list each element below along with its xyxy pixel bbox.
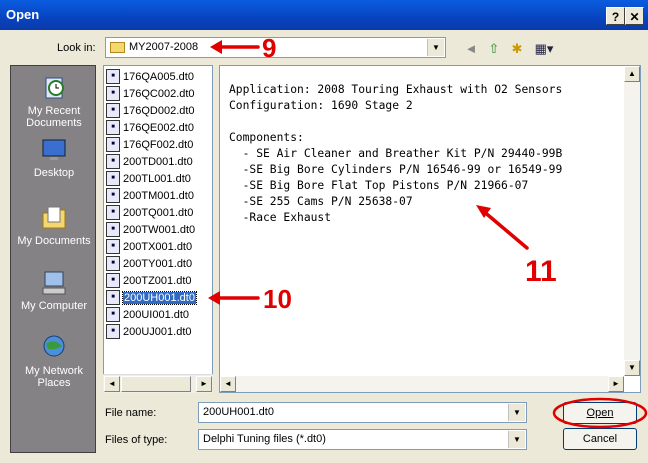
file-item[interactable]: ■ 176QD002.dt0 xyxy=(106,102,195,119)
chevron-down-icon[interactable]: ▼ xyxy=(508,404,525,421)
preview-vertical-scrollbar[interactable]: ▲ ▼ xyxy=(624,66,640,376)
file-icon: ■ xyxy=(106,187,120,203)
file-item-selected[interactable]: ■ 200UH001.dt0 xyxy=(106,289,197,306)
desktop-icon xyxy=(42,139,66,160)
preview-text: Application: 2008 Touring Exhaust with O… xyxy=(229,83,563,224)
help-button[interactable]: ? xyxy=(606,7,625,25)
file-list[interactable]: ■ 176QA005.dt0 ■ 176QC002.dt0 ■ 176QD002.dt… xyxy=(103,65,213,393)
place-label: My Computer xyxy=(20,300,88,312)
file-list-scrollbar[interactable]: ◄ ► xyxy=(103,374,213,393)
file-item[interactable]: ■ 176QC002.dt0 xyxy=(106,85,195,102)
preview-pane: Application: 2008 Touring Exhaust with O… xyxy=(219,65,641,393)
my-documents-icon xyxy=(42,206,66,229)
file-type-select[interactable]: Delphi Tuning files (*.dt0) ▼ xyxy=(198,429,527,450)
file-item[interactable]: ■ 200TM001.dt0 xyxy=(106,187,194,204)
view-menu-icon[interactable]: ▦▾ xyxy=(532,40,556,58)
scroll-right-icon[interactable]: ► xyxy=(196,376,212,392)
file-icon: ■ xyxy=(106,85,120,101)
place-label: My Recent Documents xyxy=(26,105,82,129)
annotation-9: 9 xyxy=(262,33,277,63)
file-name-label: File name: xyxy=(105,407,157,419)
file-icon: ■ xyxy=(106,255,120,271)
file-item[interactable]: ■ 200UI001.dt0 xyxy=(106,306,189,323)
file-item[interactable]: ■ 176QE002.dt0 xyxy=(106,119,194,136)
place-recent-documents[interactable]: My Recent Documents xyxy=(11,74,97,129)
place-label: My Network Places xyxy=(24,365,84,389)
file-name-input[interactable]: 200UH001.dt0 ▼ xyxy=(198,402,527,423)
file-name-value: 200UH001.dt0 xyxy=(203,406,274,418)
place-my-computer[interactable]: My Computer xyxy=(11,269,97,312)
network-places-icon xyxy=(43,335,65,357)
file-type-value: Delphi Tuning files (*.dt0) xyxy=(203,433,326,445)
file-icon: ■ xyxy=(106,238,120,254)
chevron-down-icon[interactable]: ▼ xyxy=(427,39,444,56)
look-in-label: Look in: xyxy=(57,42,96,54)
file-icon: ■ xyxy=(106,68,120,84)
file-icon: ■ xyxy=(106,323,120,339)
chevron-down-icon[interactable]: ▼ xyxy=(508,431,525,448)
scroll-thumb[interactable] xyxy=(121,376,191,392)
file-icon: ■ xyxy=(106,221,120,237)
up-folder-icon[interactable]: ⇧ xyxy=(485,40,503,58)
scroll-right-icon[interactable]: ► xyxy=(608,376,624,392)
file-icon: ■ xyxy=(106,289,120,305)
open-button[interactable]: Open xyxy=(563,402,637,424)
file-item[interactable]: ■ 200TD001.dt0 xyxy=(106,153,193,170)
my-computer-icon xyxy=(42,271,66,295)
file-icon: ■ xyxy=(106,102,120,118)
cancel-button[interactable]: Cancel xyxy=(563,428,637,450)
file-item[interactable]: ■ 176QA005.dt0 xyxy=(106,68,194,85)
file-type-label: Files of type: xyxy=(105,434,168,446)
file-icon: ■ xyxy=(106,119,120,135)
scroll-up-icon[interactable]: ▲ xyxy=(624,66,640,82)
file-item[interactable]: ■ 200TQ001.dt0 xyxy=(106,204,193,221)
file-item[interactable]: ■ 176QF002.dt0 xyxy=(106,136,193,153)
scroll-left-icon[interactable]: ◄ xyxy=(104,376,120,392)
scroll-left-icon[interactable]: ◄ xyxy=(220,376,236,392)
file-item[interactable]: ■ 200TW001.dt0 xyxy=(106,221,195,238)
place-label: My Documents xyxy=(17,235,91,247)
file-icon: ■ xyxy=(106,306,120,322)
file-item[interactable]: ■ 200UJ001.dt0 xyxy=(106,323,192,340)
annotation-11: 11 xyxy=(525,255,557,288)
scroll-down-icon[interactable]: ▼ xyxy=(624,360,640,376)
file-icon: ■ xyxy=(106,136,120,152)
file-item[interactable]: ■ 200TL001.dt0 xyxy=(106,170,191,187)
file-item[interactable]: ■ 200TX001.dt0 xyxy=(106,238,192,255)
preview-horizontal-scrollbar[interactable]: ◄ ► xyxy=(220,376,624,392)
place-network[interactable]: My Network Places xyxy=(11,334,97,389)
close-button[interactable]: ✕ xyxy=(625,7,644,25)
places-bar: My Recent Documents Desktop My Documents… xyxy=(10,65,96,453)
folder-icon xyxy=(110,42,125,53)
place-desktop[interactable]: Desktop xyxy=(11,136,97,179)
file-icon: ■ xyxy=(106,153,120,169)
annotation-10: 10 xyxy=(263,284,292,314)
file-item[interactable]: ■ 200TY001.dt0 xyxy=(106,255,192,272)
window-title: Open xyxy=(6,7,40,22)
new-folder-icon[interactable]: ✱ xyxy=(508,40,526,58)
title-bar: Open ? ✕ xyxy=(0,0,648,30)
file-icon: ■ xyxy=(106,272,120,288)
file-icon: ■ xyxy=(106,204,120,220)
recent-documents-icon xyxy=(45,77,64,99)
place-label: Desktop xyxy=(33,167,75,179)
place-my-documents[interactable]: My Documents xyxy=(11,204,97,247)
file-icon: ■ xyxy=(106,170,120,186)
look-in-value: MY2007-2008 xyxy=(129,41,199,53)
file-item[interactable]: ■ 200TZ001.dt0 xyxy=(106,272,192,289)
back-icon[interactable]: ◄ xyxy=(462,40,480,58)
